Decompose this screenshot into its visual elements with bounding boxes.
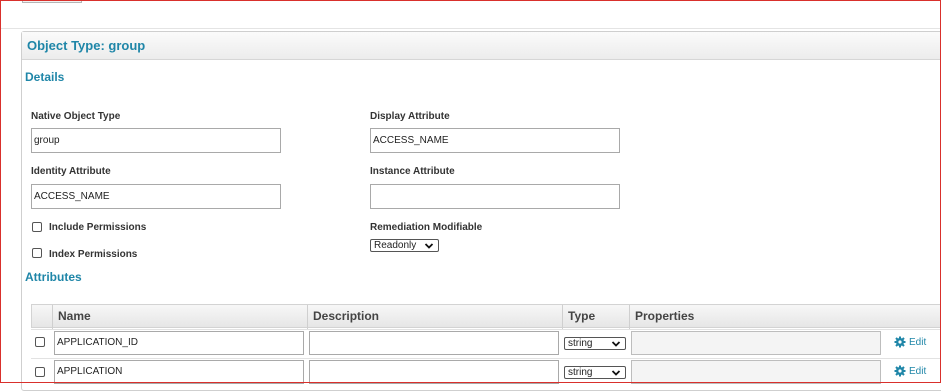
edit-label: Edit bbox=[909, 365, 927, 377]
attribute-type-value: string bbox=[568, 367, 593, 378]
attribute-properties-field[interactable] bbox=[631, 331, 881, 355]
table-row-divider bbox=[31, 358, 941, 359]
attribute-name-field[interactable]: APPLICATION_ID bbox=[54, 331, 304, 355]
include-permissions-checkbox[interactable] bbox=[32, 222, 42, 232]
attribute-name-field[interactable]: APPLICATION bbox=[54, 360, 304, 384]
gear-icon bbox=[894, 336, 906, 348]
include-permissions-label: Include Permissions bbox=[49, 222, 147, 233]
attribute-type-value: string bbox=[568, 338, 593, 349]
instance-attribute-label: Instance Attribute bbox=[370, 166, 455, 177]
chevron-down-icon bbox=[611, 341, 621, 347]
edit-button[interactable]: Edit bbox=[894, 336, 926, 348]
native-object-type-field[interactable]: group bbox=[31, 128, 281, 153]
display-attribute-field[interactable]: ACCESS_NAME bbox=[370, 128, 620, 153]
panel-header: Object Type: group bbox=[22, 32, 941, 60]
display-attribute-label: Display Attribute bbox=[370, 111, 450, 122]
chevron-down-icon bbox=[424, 243, 434, 249]
attribute-type-select[interactable]: string bbox=[564, 337, 626, 350]
column-header-name: Name bbox=[52, 305, 307, 329]
table-row-divider bbox=[31, 329, 941, 330]
edit-label: Edit bbox=[909, 336, 927, 348]
top-button-remnant bbox=[22, 0, 82, 3]
column-header-properties: Properties bbox=[629, 305, 941, 329]
row-select-checkbox[interactable] bbox=[35, 337, 45, 347]
row-select-checkbox[interactable] bbox=[35, 367, 45, 377]
index-permissions-checkbox[interactable] bbox=[32, 248, 42, 258]
edit-button[interactable]: Edit bbox=[894, 365, 926, 377]
remediation-modifiable-label: Remediation Modifiable bbox=[370, 222, 483, 233]
instance-attribute-field[interactable] bbox=[370, 184, 620, 209]
column-header-description: Description bbox=[307, 305, 562, 329]
attributes-table-header: Name Description Type Properties bbox=[31, 304, 941, 329]
index-permissions-label: Index Permissions bbox=[49, 249, 138, 260]
identity-attribute-field[interactable]: ACCESS_NAME bbox=[31, 184, 281, 209]
remediation-modifiable-select[interactable]: Readonly bbox=[370, 239, 439, 252]
column-header-type: Type bbox=[562, 305, 629, 329]
attributes-section-title: Attributes bbox=[25, 270, 82, 284]
object-type-panel: Object Type: group Details Native Object… bbox=[21, 31, 941, 391]
divider bbox=[0, 28, 941, 29]
details-section-title: Details bbox=[25, 70, 65, 84]
native-object-type-label: Native Object Type bbox=[31, 111, 121, 122]
gear-icon bbox=[894, 365, 906, 377]
panel-title: Object Type: group bbox=[27, 38, 146, 53]
attribute-description-field[interactable] bbox=[309, 331, 559, 355]
attribute-properties-field[interactable] bbox=[631, 360, 881, 384]
identity-attribute-label: Identity Attribute bbox=[31, 166, 111, 177]
chevron-down-icon bbox=[611, 370, 621, 376]
attribute-type-select[interactable]: string bbox=[564, 366, 626, 379]
attribute-description-field[interactable] bbox=[309, 360, 559, 384]
remediation-modifiable-value: Readonly bbox=[374, 240, 417, 251]
